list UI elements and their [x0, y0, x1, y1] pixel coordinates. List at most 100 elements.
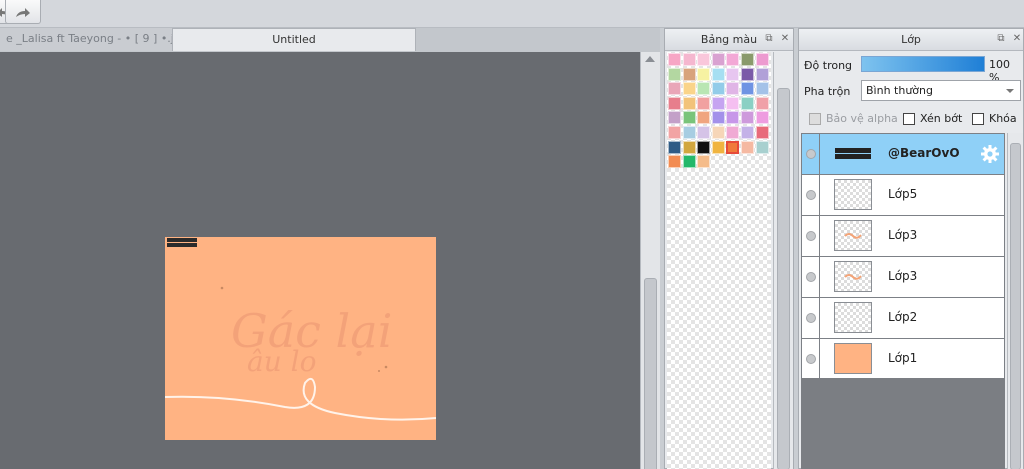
color-swatch[interactable]: [711, 53, 725, 66]
color-swatch[interactable]: [668, 67, 681, 81]
color-swatch[interactable]: [682, 140, 696, 154]
color-swatch[interactable]: [668, 53, 681, 66]
sparkle-dot: [384, 365, 388, 369]
visibility-toggle[interactable]: [802, 216, 820, 256]
popout-icon[interactable]: ⧉: [763, 33, 775, 45]
visibility-toggle[interactable]: [802, 175, 820, 215]
color-swatch[interactable]: [697, 67, 711, 81]
protect-alpha-option[interactable]: Bảo vệ alpha: [809, 112, 898, 125]
color-swatch[interactable]: [726, 126, 740, 139]
color-swatch[interactable]: [668, 96, 681, 110]
color-swatch[interactable]: [741, 67, 754, 81]
artboard[interactable]: Gác lại âu lo: [164, 237, 437, 440]
color-swatch[interactable]: [755, 82, 769, 96]
color-swatch[interactable]: [726, 67, 740, 81]
tab-untitled[interactable]: Untitled: [172, 28, 416, 51]
color-swatch[interactable]: [697, 82, 711, 96]
tab-lalisa-jpg[interactable]: e _Lalisa ft Taeyong - • [ 9 ] •.jpg: [0, 28, 172, 51]
color-swatch[interactable]: [741, 111, 754, 125]
color-swatch[interactable]: [697, 111, 711, 125]
sparkle-dot: [220, 286, 224, 290]
color-swatch[interactable]: [726, 96, 740, 110]
color-swatch[interactable]: [682, 67, 696, 81]
palette-title: Bảng màu: [700, 33, 758, 46]
color-swatch[interactable]: [741, 82, 754, 96]
layer-panel-title: Lớp: [901, 33, 921, 46]
color-swatch[interactable]: [682, 126, 696, 139]
top-toolbar: [0, 0, 1024, 28]
color-swatch[interactable]: [697, 126, 711, 139]
clipping-checkbox[interactable]: [903, 112, 915, 125]
blend-mode-select[interactable]: Bình thường: [861, 80, 1021, 101]
canvas-vertical-scrollbar[interactable]: [640, 52, 660, 469]
color-swatch[interactable]: [711, 140, 725, 154]
color-swatch[interactable]: [755, 140, 769, 154]
color-swatch[interactable]: [711, 126, 725, 139]
layer-list: @BearOvO Lớp5 Lớp3 Lớp3 Lớp2 Lớp1: [801, 133, 1005, 380]
color-swatch[interactable]: [682, 111, 696, 125]
color-swatch[interactable]: [697, 53, 711, 66]
close-icon[interactable]: ✕: [1011, 33, 1023, 45]
protect-alpha-checkbox[interactable]: [809, 112, 821, 125]
color-swatch[interactable]: [682, 53, 696, 66]
color-swatch[interactable]: [741, 53, 754, 66]
layer-row-lop2[interactable]: Lớp2: [802, 298, 1004, 339]
color-swatch[interactable]: [755, 126, 769, 139]
canvas-viewport[interactable]: Gác lại âu lo: [0, 52, 640, 469]
color-swatch[interactable]: [668, 155, 681, 169]
color-swatch[interactable]: [668, 111, 681, 125]
popout-icon[interactable]: ⧉: [995, 33, 1007, 45]
scroll-up-arrow-icon[interactable]: [645, 56, 655, 62]
color-swatch[interactable]: [682, 82, 696, 96]
layer-name: Lớp3: [888, 269, 918, 283]
color-swatch[interactable]: [755, 111, 769, 125]
color-swatch[interactable]: [711, 67, 725, 81]
visibility-toggle[interactable]: [802, 134, 820, 174]
gear-icon[interactable]: [980, 144, 1000, 164]
color-swatch[interactable]: [755, 67, 769, 81]
layer-name: Lớp5: [888, 187, 918, 201]
color-swatch[interactable]: [682, 155, 696, 169]
art-text-line2: âu lo: [247, 345, 316, 378]
layer-thumbnail: [834, 343, 872, 374]
close-icon[interactable]: ✕: [779, 33, 791, 45]
visibility-toggle[interactable]: [802, 257, 820, 297]
color-swatch[interactable]: [682, 96, 696, 110]
scrollbar-thumb[interactable]: [644, 278, 657, 469]
layer-row-lop5[interactable]: Lớp5: [802, 175, 1004, 216]
color-swatch[interactable]: [711, 111, 725, 125]
layer-row-bearovo[interactable]: @BearOvO: [802, 134, 1004, 175]
color-swatch[interactable]: [697, 140, 711, 154]
lock-checkbox[interactable]: [972, 112, 984, 125]
color-swatch[interactable]: [726, 111, 740, 125]
lock-option[interactable]: Khóa: [972, 112, 1017, 125]
visibility-toggle[interactable]: [802, 298, 820, 338]
palette-scrollbar[interactable]: [773, 52, 793, 469]
color-swatch[interactable]: [697, 96, 711, 110]
color-swatch[interactable]: [726, 82, 740, 96]
color-swatch[interactable]: [726, 140, 740, 154]
color-swatch[interactable]: [668, 140, 681, 154]
color-swatch[interactable]: [755, 96, 769, 110]
color-swatch[interactable]: [711, 82, 725, 96]
color-swatch[interactable]: [668, 82, 681, 96]
scrollbar-thumb[interactable]: [1010, 143, 1021, 469]
visibility-toggle[interactable]: [802, 339, 820, 379]
clipping-option[interactable]: Xén bớt: [903, 112, 962, 125]
layer-row-lop1[interactable]: Lớp1: [802, 339, 1004, 380]
color-swatch[interactable]: [741, 126, 754, 139]
color-swatch[interactable]: [697, 155, 711, 169]
color-swatch[interactable]: [755, 53, 769, 66]
color-swatch[interactable]: [668, 126, 681, 139]
color-swatch[interactable]: [741, 140, 754, 154]
color-swatch[interactable]: [711, 96, 725, 110]
opacity-slider[interactable]: [861, 56, 985, 72]
scrollbar-thumb[interactable]: [777, 88, 790, 469]
redo-button[interactable]: [5, 0, 41, 24]
color-swatch[interactable]: [741, 96, 754, 110]
artwork: Gác lại âu lo: [164, 238, 437, 421]
layer-row-lop3-copy[interactable]: Lớp3: [802, 257, 1004, 298]
layer-list-scrollbar[interactable]: [1007, 133, 1023, 469]
color-swatch[interactable]: [726, 53, 740, 66]
layer-row-lop3[interactable]: Lớp3: [802, 216, 1004, 257]
